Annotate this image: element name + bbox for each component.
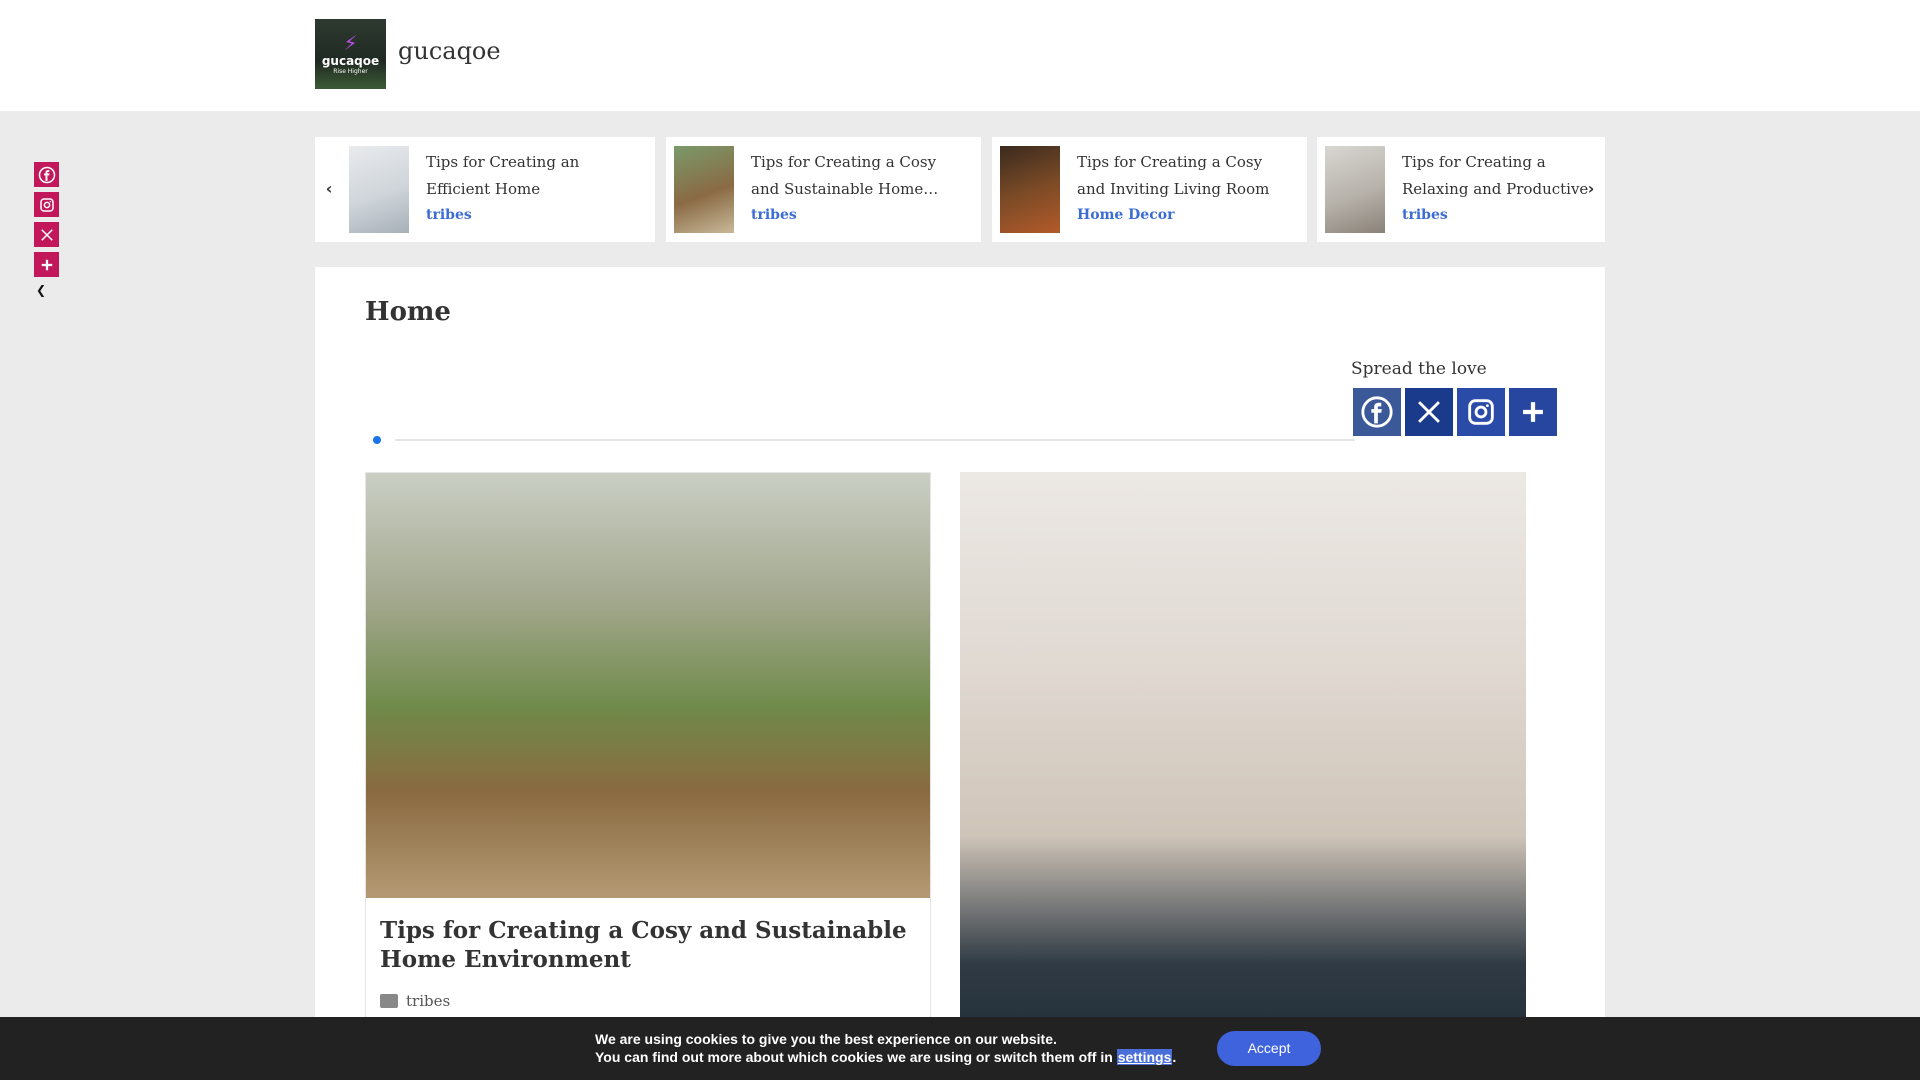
x-icon[interactable] <box>34 222 59 247</box>
carousel-item-title[interactable]: Tips for Creating an Efficient Home Work… <box>426 149 641 203</box>
post-title[interactable]: Tips for Creating a Cosy and Sustainable… <box>366 898 930 974</box>
chevron-left-icon[interactable]: ❮ <box>36 283 50 297</box>
post-card[interactable]: Tips for Creating a Cosy and Sustainable… <box>365 472 931 1031</box>
plus-icon[interactable] <box>1509 388 1557 436</box>
slider-track <box>395 439 1355 441</box>
cookie-bar: We are using cookies to give you the bes… <box>0 1017 1920 1080</box>
post-thumbnail[interactable] <box>1000 146 1060 233</box>
accept-button[interactable]: Accept <box>1217 1031 1321 1066</box>
main-content: Home Spread the love Tips for Creating a… <box>315 267 1605 1080</box>
post-thumbnail[interactable] <box>674 146 734 233</box>
carousel-item-title[interactable]: Tips for Creating a Cosy and Sustainable… <box>751 149 966 203</box>
post-thumbnail[interactable] <box>1325 146 1385 233</box>
carousel-prev-icon[interactable]: ‹ <box>319 179 339 199</box>
carousel-item-category[interactable]: Home Decor <box>1077 207 1174 223</box>
cookie-text: We are using cookies to give you the bes… <box>595 1030 1176 1066</box>
post-thumbnail[interactable] <box>349 146 409 233</box>
instagram-icon[interactable] <box>1457 388 1505 436</box>
facebook-icon[interactable] <box>1353 388 1401 436</box>
carousel-item[interactable]: Tips for Creating an Efficient Home Work… <box>315 137 655 242</box>
page-title: Home <box>365 297 451 327</box>
carousel-item-category[interactable]: tribes <box>1402 207 1448 223</box>
carousel-item[interactable]: Tips for Creating a Relaxing and Product… <box>1317 137 1605 242</box>
site-header: ⚡ gucaqoe Rise Higher gucaqoe <box>0 0 1920 111</box>
cookie-line-1: We are using cookies to give you the bes… <box>595 1031 1057 1047</box>
post-category[interactable]: tribes <box>406 992 450 1010</box>
carousel-next-icon[interactable]: › <box>1581 179 1601 199</box>
cookie-settings-link[interactable]: settings <box>1116 1049 1173 1065</box>
carousel-item-category[interactable]: tribes <box>426 207 472 223</box>
lightning-icon: ⚡ <box>343 30 358 55</box>
instagram-icon[interactable] <box>34 192 59 217</box>
carousel-item-title[interactable]: Tips for Creating a Relaxing and Product… <box>1402 149 1602 203</box>
logo-word: gucaqoe <box>321 53 380 68</box>
cookie-line-2: You can find out more about which cookie… <box>595 1048 1176 1066</box>
spread-label: Spread the love <box>1351 359 1487 379</box>
facebook-icon[interactable] <box>34 162 59 187</box>
plus-icon[interactable] <box>34 252 59 277</box>
folder-icon <box>380 994 398 1008</box>
carousel-item-category[interactable]: tribes <box>751 207 797 223</box>
carousel-item[interactable]: Tips for Creating a Cosy and Inviting Li… <box>992 137 1307 242</box>
post-card[interactable] <box>960 472 1526 1032</box>
post-carousel: Tips for Creating an Efficient Home Work… <box>315 137 1605 242</box>
slider-indicator[interactable] <box>373 436 381 444</box>
post-image[interactable] <box>960 472 1526 1032</box>
carousel-item-title[interactable]: Tips for Creating a Cosy and Inviting Li… <box>1077 149 1292 203</box>
logo-tagline: Rise Higher <box>333 67 368 75</box>
cookie-line-2-text: You can find out more about which cookie… <box>595 1049 1113 1065</box>
site-logo[interactable]: ⚡ gucaqoe Rise Higher <box>315 19 386 89</box>
x-icon[interactable] <box>1405 388 1453 436</box>
share-buttons <box>1353 388 1557 436</box>
floating-share-bar: ❮ <box>34 162 60 297</box>
post-image[interactable] <box>366 473 930 898</box>
site-title[interactable]: gucaqoe <box>398 37 501 65</box>
carousel-item[interactable]: Tips for Creating a Cosy and Sustainable… <box>666 137 981 242</box>
cookie-line-2-end: . <box>1172 1049 1177 1065</box>
